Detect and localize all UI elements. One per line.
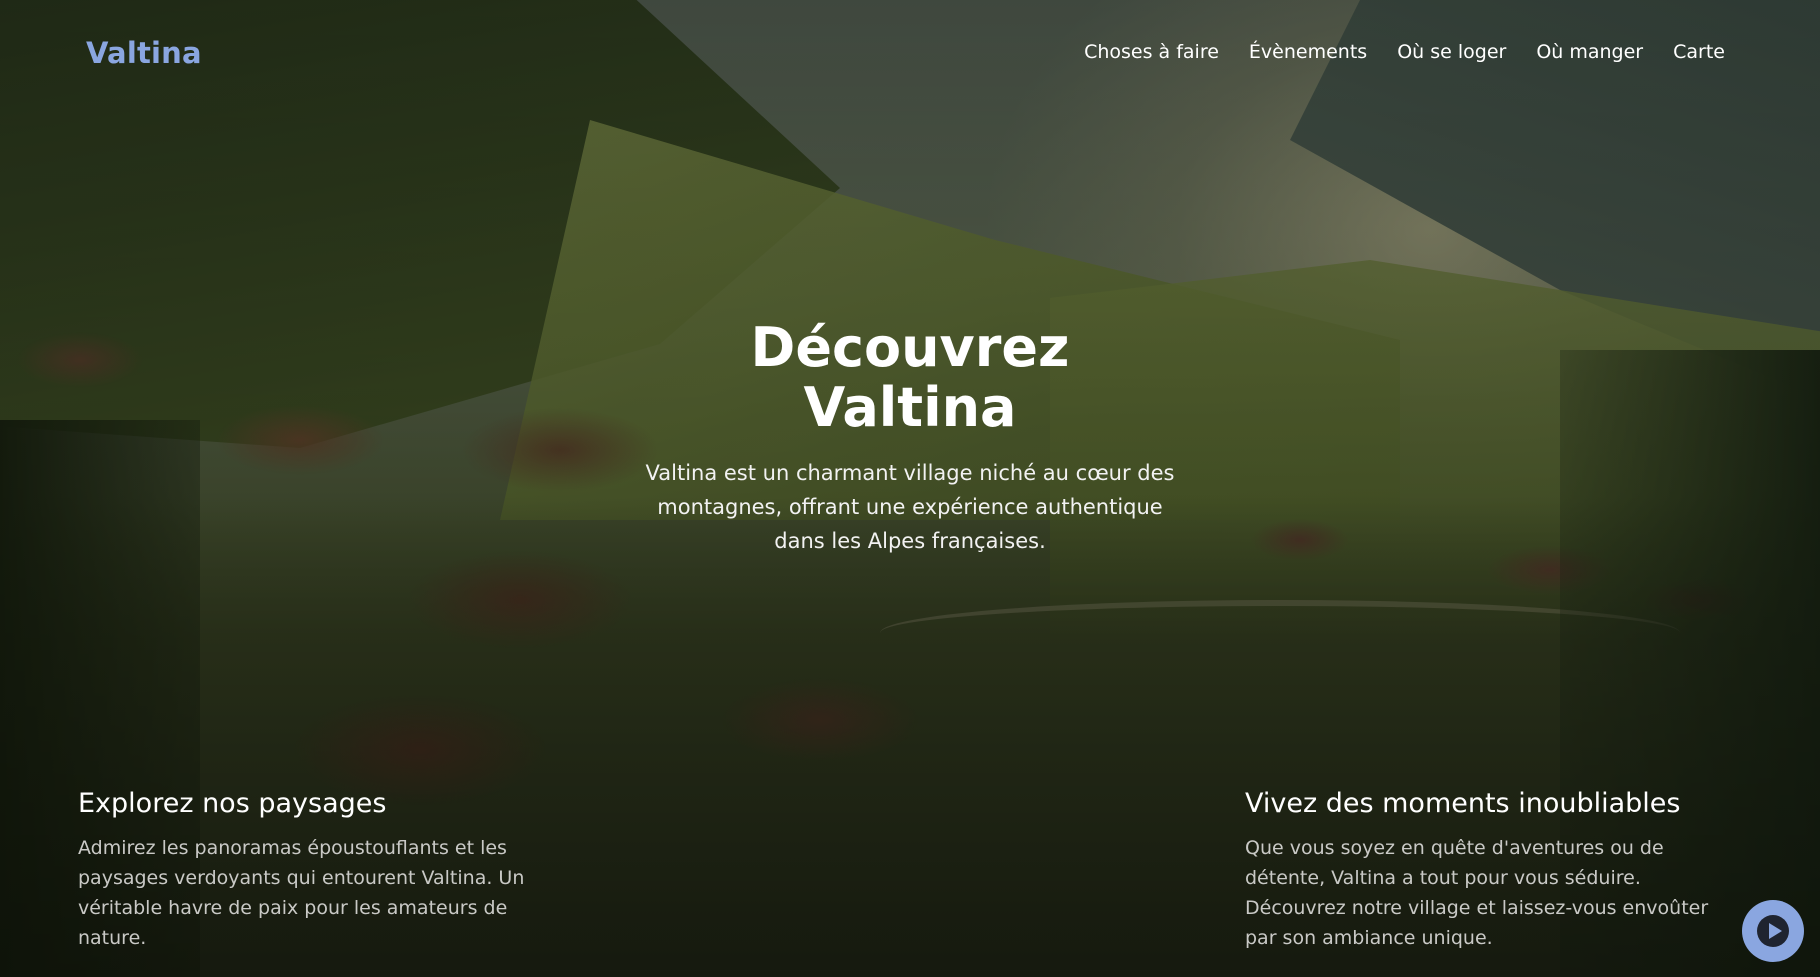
feature-landscapes: Explorez nos paysages Admirez les panora…	[78, 788, 578, 953]
feature-title: Explorez nos paysages	[78, 788, 387, 819]
play-video-button[interactable]	[1742, 900, 1804, 962]
feature-moments: Vivez des moments inoubliables Que vous …	[1245, 788, 1735, 953]
hero-title-line-2: Valtina	[803, 376, 1017, 439]
main-nav: Choses à faire Évènements Où se loger Où…	[1084, 41, 1725, 63]
nav-link-events[interactable]: Évènements	[1249, 41, 1367, 63]
play-icon	[1757, 915, 1789, 947]
site-logo[interactable]: Valtina	[86, 36, 202, 70]
hero-description: Valtina est un charmant village niché au…	[645, 461, 1175, 553]
nav-link-accommodation[interactable]: Où se loger	[1397, 41, 1506, 63]
nav-link-where-to-eat[interactable]: Où manger	[1536, 41, 1643, 63]
nav-link-map[interactable]: Carte	[1673, 41, 1725, 63]
hero-title: Découvrez Valtina	[560, 318, 1260, 438]
feature-text: Admirez les panoramas époustouflants et …	[78, 837, 525, 949]
page: Valtina Choses à faire Évènements Où se …	[0, 0, 1820, 977]
hero-section: Découvrez Valtina Valtina est un charman…	[560, 318, 1260, 558]
site-header: Valtina Choses à faire Évènements Où se …	[0, 0, 1820, 110]
hero-title-line-1: Découvrez	[750, 316, 1070, 379]
feature-title: Vivez des moments inoubliables	[1245, 788, 1681, 819]
feature-text: Que vous soyez en quête d'aventures ou d…	[1245, 837, 1709, 949]
nav-link-things-to-do[interactable]: Choses à faire	[1084, 41, 1219, 63]
